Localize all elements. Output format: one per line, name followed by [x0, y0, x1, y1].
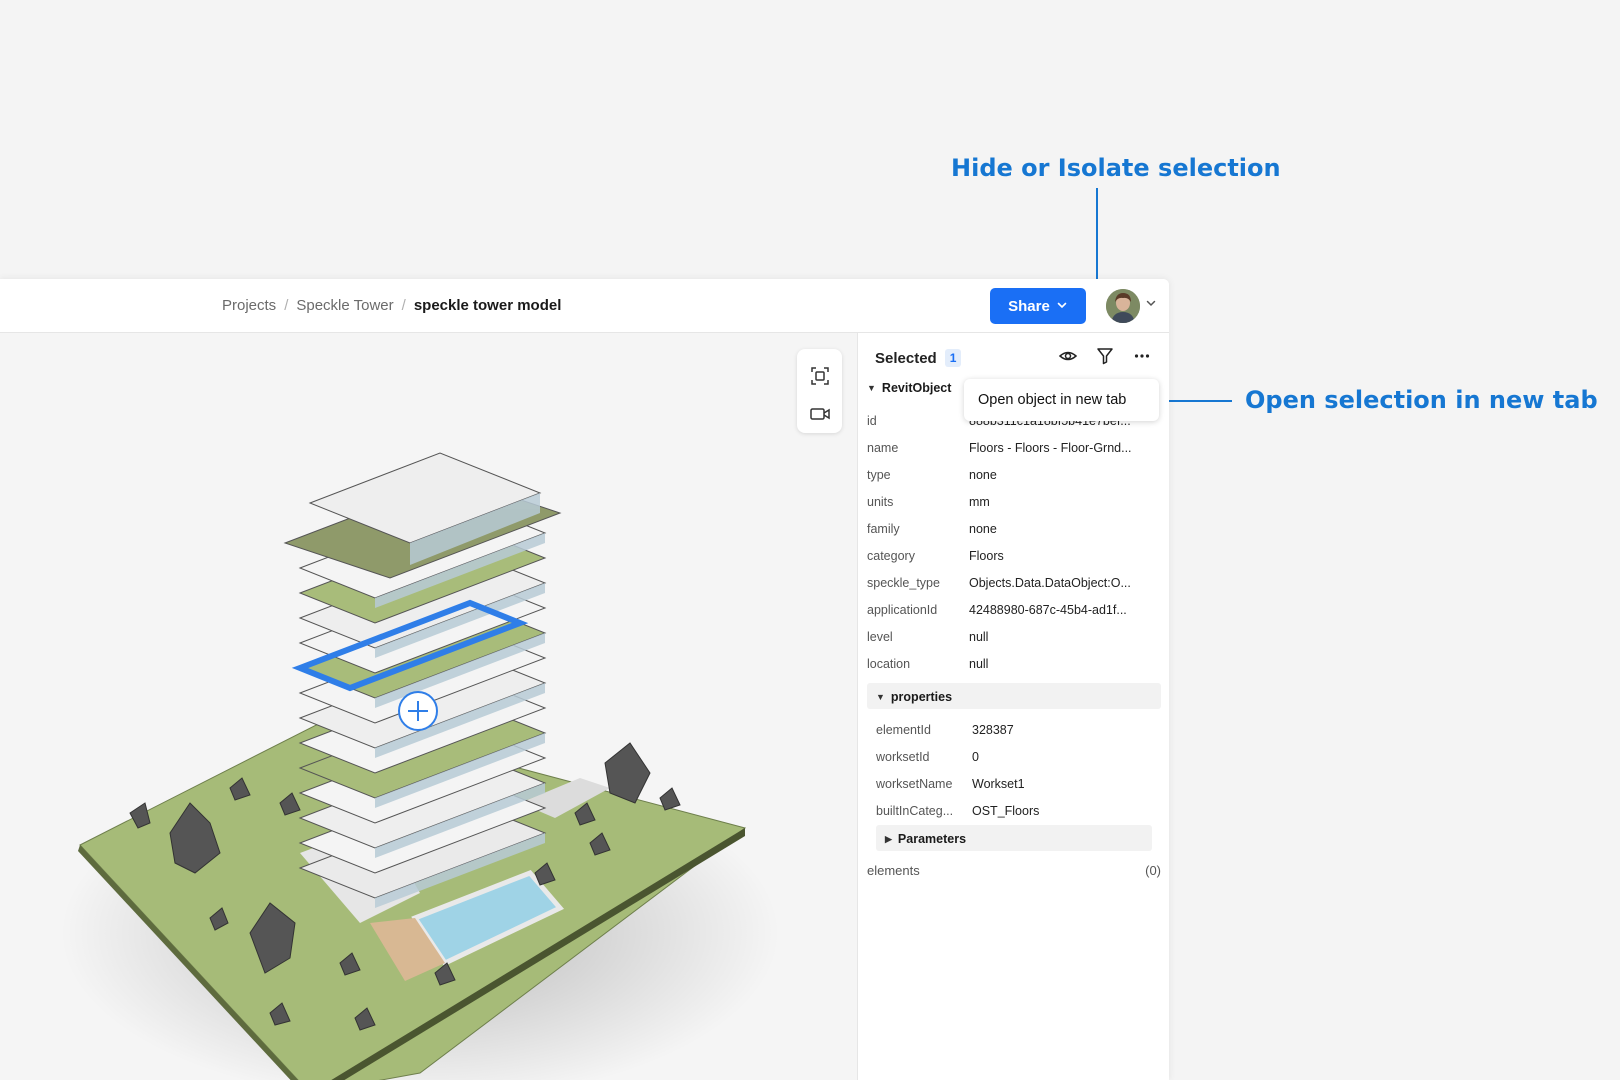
property-key: builtInCateg... — [876, 804, 954, 818]
revit-object-group[interactable]: ▼ RevitObject — [867, 381, 951, 395]
property-key: category — [867, 549, 915, 563]
property-key: location — [867, 657, 911, 671]
property-key: level — [867, 630, 893, 644]
property-row: builtInCateg... OST_Floors — [876, 804, 1166, 824]
property-value: 0 — [972, 750, 979, 764]
top-bar: Projects / Speckle Tower / speckle tower… — [0, 279, 1169, 333]
elements-label: elements — [867, 863, 920, 878]
property-key: worksetName — [876, 777, 953, 791]
share-button-label: Share — [1008, 297, 1050, 315]
property-value: 328387 — [972, 723, 1014, 737]
property-value: mm — [969, 495, 990, 509]
property-key: worksetId — [876, 750, 930, 764]
property-value: null — [969, 657, 989, 671]
property-row: family none — [867, 522, 1157, 542]
filter-icon[interactable] — [1094, 345, 1116, 367]
property-value: Floors — [969, 549, 1004, 563]
model-viewer[interactable] — [0, 333, 857, 1080]
property-value: Floors - Floors - Floor-Grnd... — [969, 441, 1132, 455]
plus-circle-icon[interactable] — [398, 691, 438, 731]
property-row: name Floors - Floors - Floor-Grnd... — [867, 441, 1157, 461]
breadcrumb-model: speckle tower model — [413, 297, 562, 314]
property-row: applicationId 42488980-687c-45b4-ad1f... — [867, 603, 1157, 623]
selection-panel: Selected 1 ▼ RevitObject id 888b311c1a18b… — [857, 333, 1169, 1080]
selection-title: Selected — [875, 349, 937, 367]
breadcrumb-projects[interactable]: Projects — [222, 297, 276, 314]
property-row: location null — [867, 657, 1157, 677]
property-key: units — [867, 495, 894, 509]
annotation-open-new-tab: Open selection in new tab — [1245, 386, 1598, 414]
property-row: speckle_type Objects.Data.DataObject:O... — [867, 576, 1157, 596]
breadcrumb: Projects / Speckle Tower / speckle tower… — [222, 297, 561, 314]
revit-object-label: RevitObject — [881, 381, 952, 395]
viewer-toolbar — [797, 349, 842, 433]
properties-label: properties — [890, 690, 953, 704]
property-row: type none — [867, 468, 1157, 488]
chevron-down-icon[interactable] — [1145, 297, 1157, 312]
property-key: applicationId — [867, 603, 938, 617]
parameters-group-header[interactable]: ▶ Parameters — [885, 832, 966, 846]
property-row: category Floors — [867, 549, 1157, 569]
property-key: elementId — [876, 723, 931, 737]
breadcrumb-project[interactable]: Speckle Tower — [296, 297, 393, 314]
frame-focus-icon[interactable] — [807, 363, 832, 388]
property-key: speckle_type — [867, 576, 940, 590]
tooltip-label: Open object in new tab — [978, 392, 1127, 408]
breadcrumb-separator: / — [284, 297, 289, 314]
property-row: elementId 328387 — [876, 723, 1166, 743]
share-button[interactable]: Share — [990, 288, 1086, 324]
properties-group-header[interactable]: ▼ properties — [876, 690, 952, 704]
property-value: none — [969, 468, 997, 482]
caret-down-icon: ▼ — [867, 383, 876, 393]
elements-row[interactable]: elements (0) — [867, 863, 1161, 883]
breadcrumb-separator: / — [401, 297, 406, 314]
property-key: id — [867, 414, 877, 428]
elements-count: (0) — [1145, 863, 1161, 878]
parameters-label: Parameters — [897, 832, 967, 846]
property-key: name — [867, 441, 899, 455]
model-canvas[interactable] — [0, 333, 857, 1080]
caret-right-icon: ▶ — [885, 833, 892, 844]
avatar[interactable] — [1106, 289, 1140, 323]
selection-header: Selected 1 — [875, 349, 962, 367]
property-value: Objects.Data.DataObject:O... — [969, 576, 1131, 590]
property-row: level null — [867, 630, 1157, 650]
property-value: Workset1 — [972, 777, 1025, 791]
selection-count-badge: 1 — [944, 349, 962, 367]
property-value: null — [969, 630, 989, 644]
more-horizontal-icon[interactable] — [1131, 345, 1153, 367]
property-key: family — [867, 522, 900, 536]
annotation-hide-isolate: Hide or Isolate selection — [951, 154, 1281, 182]
video-camera-icon[interactable] — [807, 401, 832, 426]
property-value: OST_Floors — [972, 804, 1040, 818]
property-key: type — [867, 468, 891, 482]
open-in-new-tab-tooltip[interactable]: Open object in new tab — [964, 379, 1159, 421]
eye-icon[interactable] — [1057, 345, 1079, 367]
chevron-down-icon — [1056, 298, 1068, 315]
property-row: worksetName Workset1 — [876, 777, 1166, 797]
property-row: units mm — [867, 495, 1157, 515]
caret-down-icon: ▼ — [876, 692, 885, 702]
property-value: 42488980-687c-45b4-ad1f... — [969, 603, 1127, 617]
property-row: worksetId 0 — [876, 750, 1166, 770]
property-value: none — [969, 522, 997, 536]
